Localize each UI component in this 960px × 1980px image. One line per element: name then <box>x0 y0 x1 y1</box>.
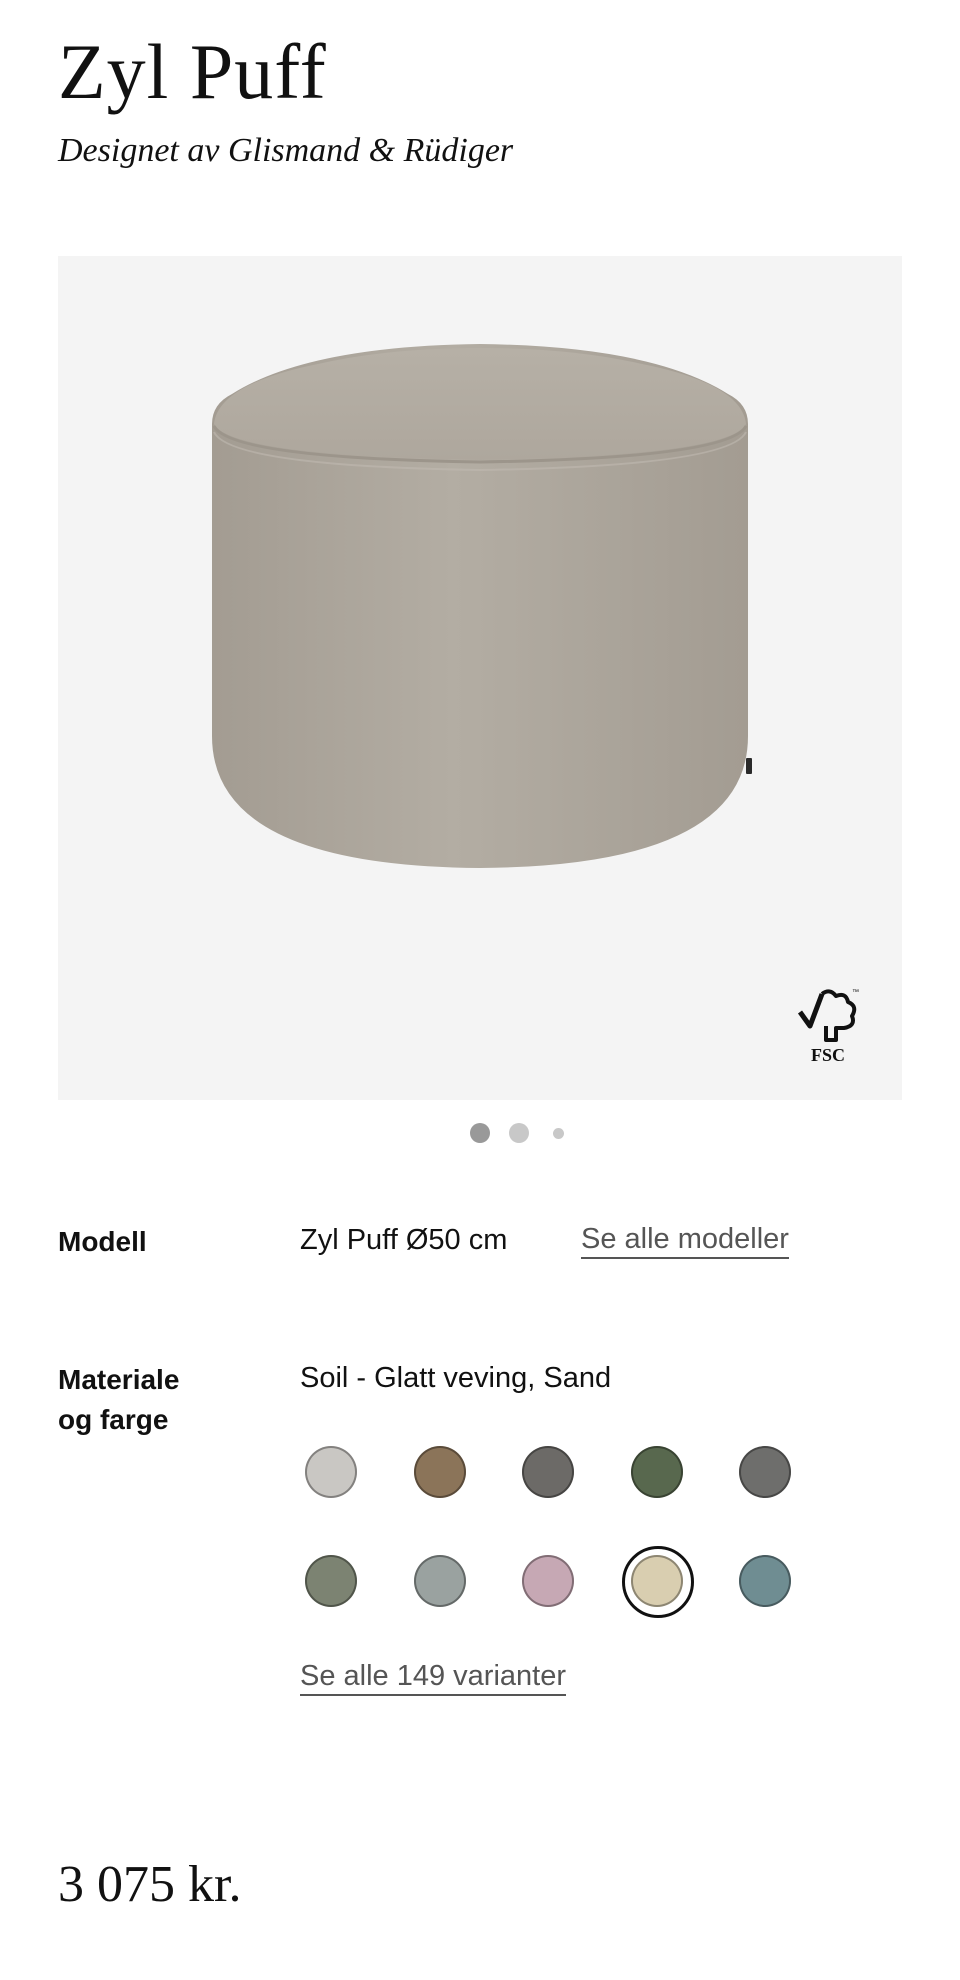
svg-text:™: ™ <box>852 989 859 996</box>
fsc-badge: ™ FSC <box>796 986 860 1066</box>
material-value: Soil - Glatt veving, Sand <box>300 1362 612 1394</box>
fsc-label: FSC <box>810 1045 845 1065</box>
color-swatch-olive-grey[interactable] <box>305 1555 357 1607</box>
gallery-dot-2[interactable] <box>509 1123 529 1143</box>
model-value: Zyl Puff Ø50 cm <box>300 1224 508 1256</box>
pouf-product-photo <box>212 344 752 868</box>
material-label-line1: Materiale <box>58 1364 180 1395</box>
product-title: Zyl Puff <box>58 28 327 115</box>
color-swatch-brown[interactable] <box>414 1446 466 1498</box>
material-label-line2: og farge <box>58 1404 169 1435</box>
see-all-variants-link[interactable]: Se alle 149 varianter <box>300 1659 566 1696</box>
see-all-models-link[interactable]: Se alle modeller <box>581 1222 789 1259</box>
gallery-dot-1[interactable] <box>470 1123 490 1143</box>
color-swatch-charcoal[interactable] <box>739 1446 791 1498</box>
gallery-dot-3[interactable] <box>553 1128 564 1139</box>
gallery-pagination <box>0 1123 960 1145</box>
product-image-gallery[interactable]: ™ FSC <box>58 256 902 1100</box>
product-price: 3 075 kr. <box>58 1856 242 1913</box>
product-designer: Designet av Glismand & Rüdiger <box>58 132 514 169</box>
color-swatch-dark-green[interactable] <box>631 1446 683 1498</box>
fsc-tree-checkmark-icon: ™ <box>797 989 859 1042</box>
color-swatch-blue-grey[interactable] <box>414 1555 466 1607</box>
color-swatch-teal-grey[interactable] <box>739 1555 791 1607</box>
color-swatch-dusty-pink[interactable] <box>522 1555 574 1607</box>
model-label: Modell <box>58 1226 147 1257</box>
color-swatch-light-grey[interactable] <box>305 1446 357 1498</box>
color-swatch-dark-grey[interactable] <box>522 1446 574 1498</box>
color-swatch-sand[interactable] <box>622 1546 694 1618</box>
